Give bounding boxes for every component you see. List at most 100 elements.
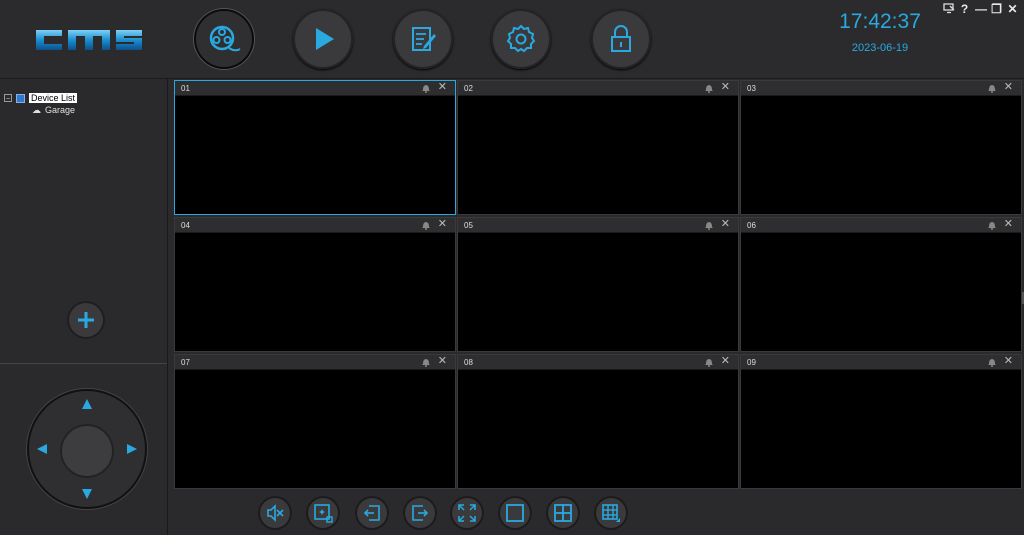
down-arrow-icon[interactable] [82,489,92,499]
tree-collapse-icon[interactable]: − [4,94,12,103]
settings-button[interactable] [491,9,551,69]
device-tree: − Device List ☁ Garage [4,92,78,116]
fullscreen-icon [458,504,476,522]
close-icon[interactable]: ✕ [1004,81,1013,94]
layout-1-button[interactable] [498,496,532,530]
close-icon[interactable]: ✕ [438,355,447,368]
bell-icon[interactable] [704,220,714,230]
video-cell[interactable]: 06 ✕ [740,217,1022,352]
cell-header: 05 ✕ [458,218,738,233]
top-bar: 17:42:37 2023-06-19 ? — ❐ ✕ [0,0,1024,79]
cell-header: 08 ✕ [458,355,738,370]
bottom-toolbar [174,489,1024,535]
bell-icon[interactable] [987,83,997,93]
cell-number: 02 [464,84,473,93]
close-icon[interactable]: ✕ [1004,355,1013,368]
clock-date: 2023-06-19 [851,42,909,54]
cell-number: 09 [747,358,756,367]
exit-full-button[interactable] [355,496,389,530]
video-cell[interactable]: 01 ✕ [174,80,456,215]
video-cell[interactable]: 03 ✕ [740,80,1022,215]
cell-number: 03 [747,84,756,93]
sidebar-divider [0,363,167,364]
minimize-button[interactable]: — [975,3,987,16]
fullscreen-button[interactable] [450,496,484,530]
cell-header: 02 ✕ [458,81,738,96]
cell-number: 01 [181,84,190,93]
cell-header: 07 ✕ [175,355,455,370]
add-device-button[interactable] [67,301,105,339]
cell-number: 06 [747,221,756,230]
video-cell[interactable]: 05 ✕ [457,217,739,352]
close-icon[interactable]: ✕ [1004,218,1013,231]
plus-icon [78,312,94,328]
right-arrow-icon[interactable] [127,444,137,454]
bell-icon[interactable] [421,220,431,230]
bell-icon[interactable] [704,357,714,367]
layout-4-button[interactable] [546,496,580,530]
film-reel-icon [209,25,241,52]
video-cell[interactable]: 04 ✕ [174,217,456,352]
close-icon[interactable]: ✕ [438,81,447,94]
capture-button[interactable] [306,496,340,530]
bell-icon[interactable] [704,83,714,93]
capture-icon [314,504,333,523]
close-button[interactable]: ✕ [1007,3,1018,16]
tree-root-label[interactable]: Device List [29,93,78,103]
gear-icon [506,24,536,53]
cell-number: 07 [181,358,190,367]
cell-number: 08 [464,358,473,367]
enter-icon [412,505,429,521]
close-icon[interactable]: ✕ [721,355,730,368]
up-arrow-icon[interactable] [82,399,92,409]
window-controls: ? — ❐ ✕ [943,3,1018,16]
video-cell[interactable]: 07 ✕ [174,354,456,489]
lock-button[interactable] [591,9,651,69]
ptz-center[interactable] [60,424,114,478]
cell-header: 04 ✕ [175,218,455,233]
device-list-icon [16,93,25,103]
restore-button[interactable]: ❐ [991,3,1002,16]
clock-time: 17:42:37 [839,10,921,33]
live-view-button[interactable] [194,9,254,69]
exit-full-icon [363,505,380,521]
video-cell[interactable]: 02 ✕ [457,80,739,215]
cell-number: 05 [464,221,473,230]
cell-number: 04 [181,221,190,230]
log-button[interactable] [393,9,453,69]
close-icon[interactable]: ✕ [721,218,730,231]
playback-button[interactable] [293,9,353,69]
bell-icon[interactable] [987,220,997,230]
video-grid: 01 ✕ 02 ✕ 03 ✕ 04 ✕ 05 ✕ 06 ✕ 07 ✕ 08 ✕ … [174,80,1022,489]
tree-root[interactable]: − Device List [4,92,78,104]
mute-icon [267,504,284,522]
cell-header: 03 ✕ [741,81,1021,96]
mute-button[interactable] [258,496,292,530]
cms-logo [36,30,142,50]
close-icon[interactable]: ✕ [438,218,447,231]
help-button[interactable]: ? [959,3,970,16]
video-cell[interactable]: 09 ✕ [740,354,1022,489]
layout-custom-button[interactable] [594,496,628,530]
bell-icon[interactable] [421,357,431,367]
sidebar: − Device List ☁ Garage [0,79,168,535]
monitor-link-icon[interactable] [943,3,955,16]
bell-icon[interactable] [987,357,997,367]
tree-item-garage[interactable]: ☁ Garage [32,104,77,116]
layout-1-icon [506,504,524,522]
enter-button[interactable] [403,496,437,530]
bell-icon[interactable] [421,83,431,93]
video-cell[interactable]: 08 ✕ [457,354,739,489]
edit-document-icon [412,27,436,51]
layout-custom-icon [602,504,620,522]
cell-header: 01 ✕ [175,81,455,96]
cell-header: 06 ✕ [741,218,1021,233]
layout-4-icon [554,504,572,522]
ptz-control [27,389,147,509]
lock-icon [611,25,631,52]
play-icon [316,28,334,50]
close-icon[interactable]: ✕ [721,81,730,94]
left-arrow-icon[interactable] [37,444,47,454]
tree-item-label[interactable]: Garage [45,105,75,115]
cloud-icon: ☁ [32,104,41,115]
